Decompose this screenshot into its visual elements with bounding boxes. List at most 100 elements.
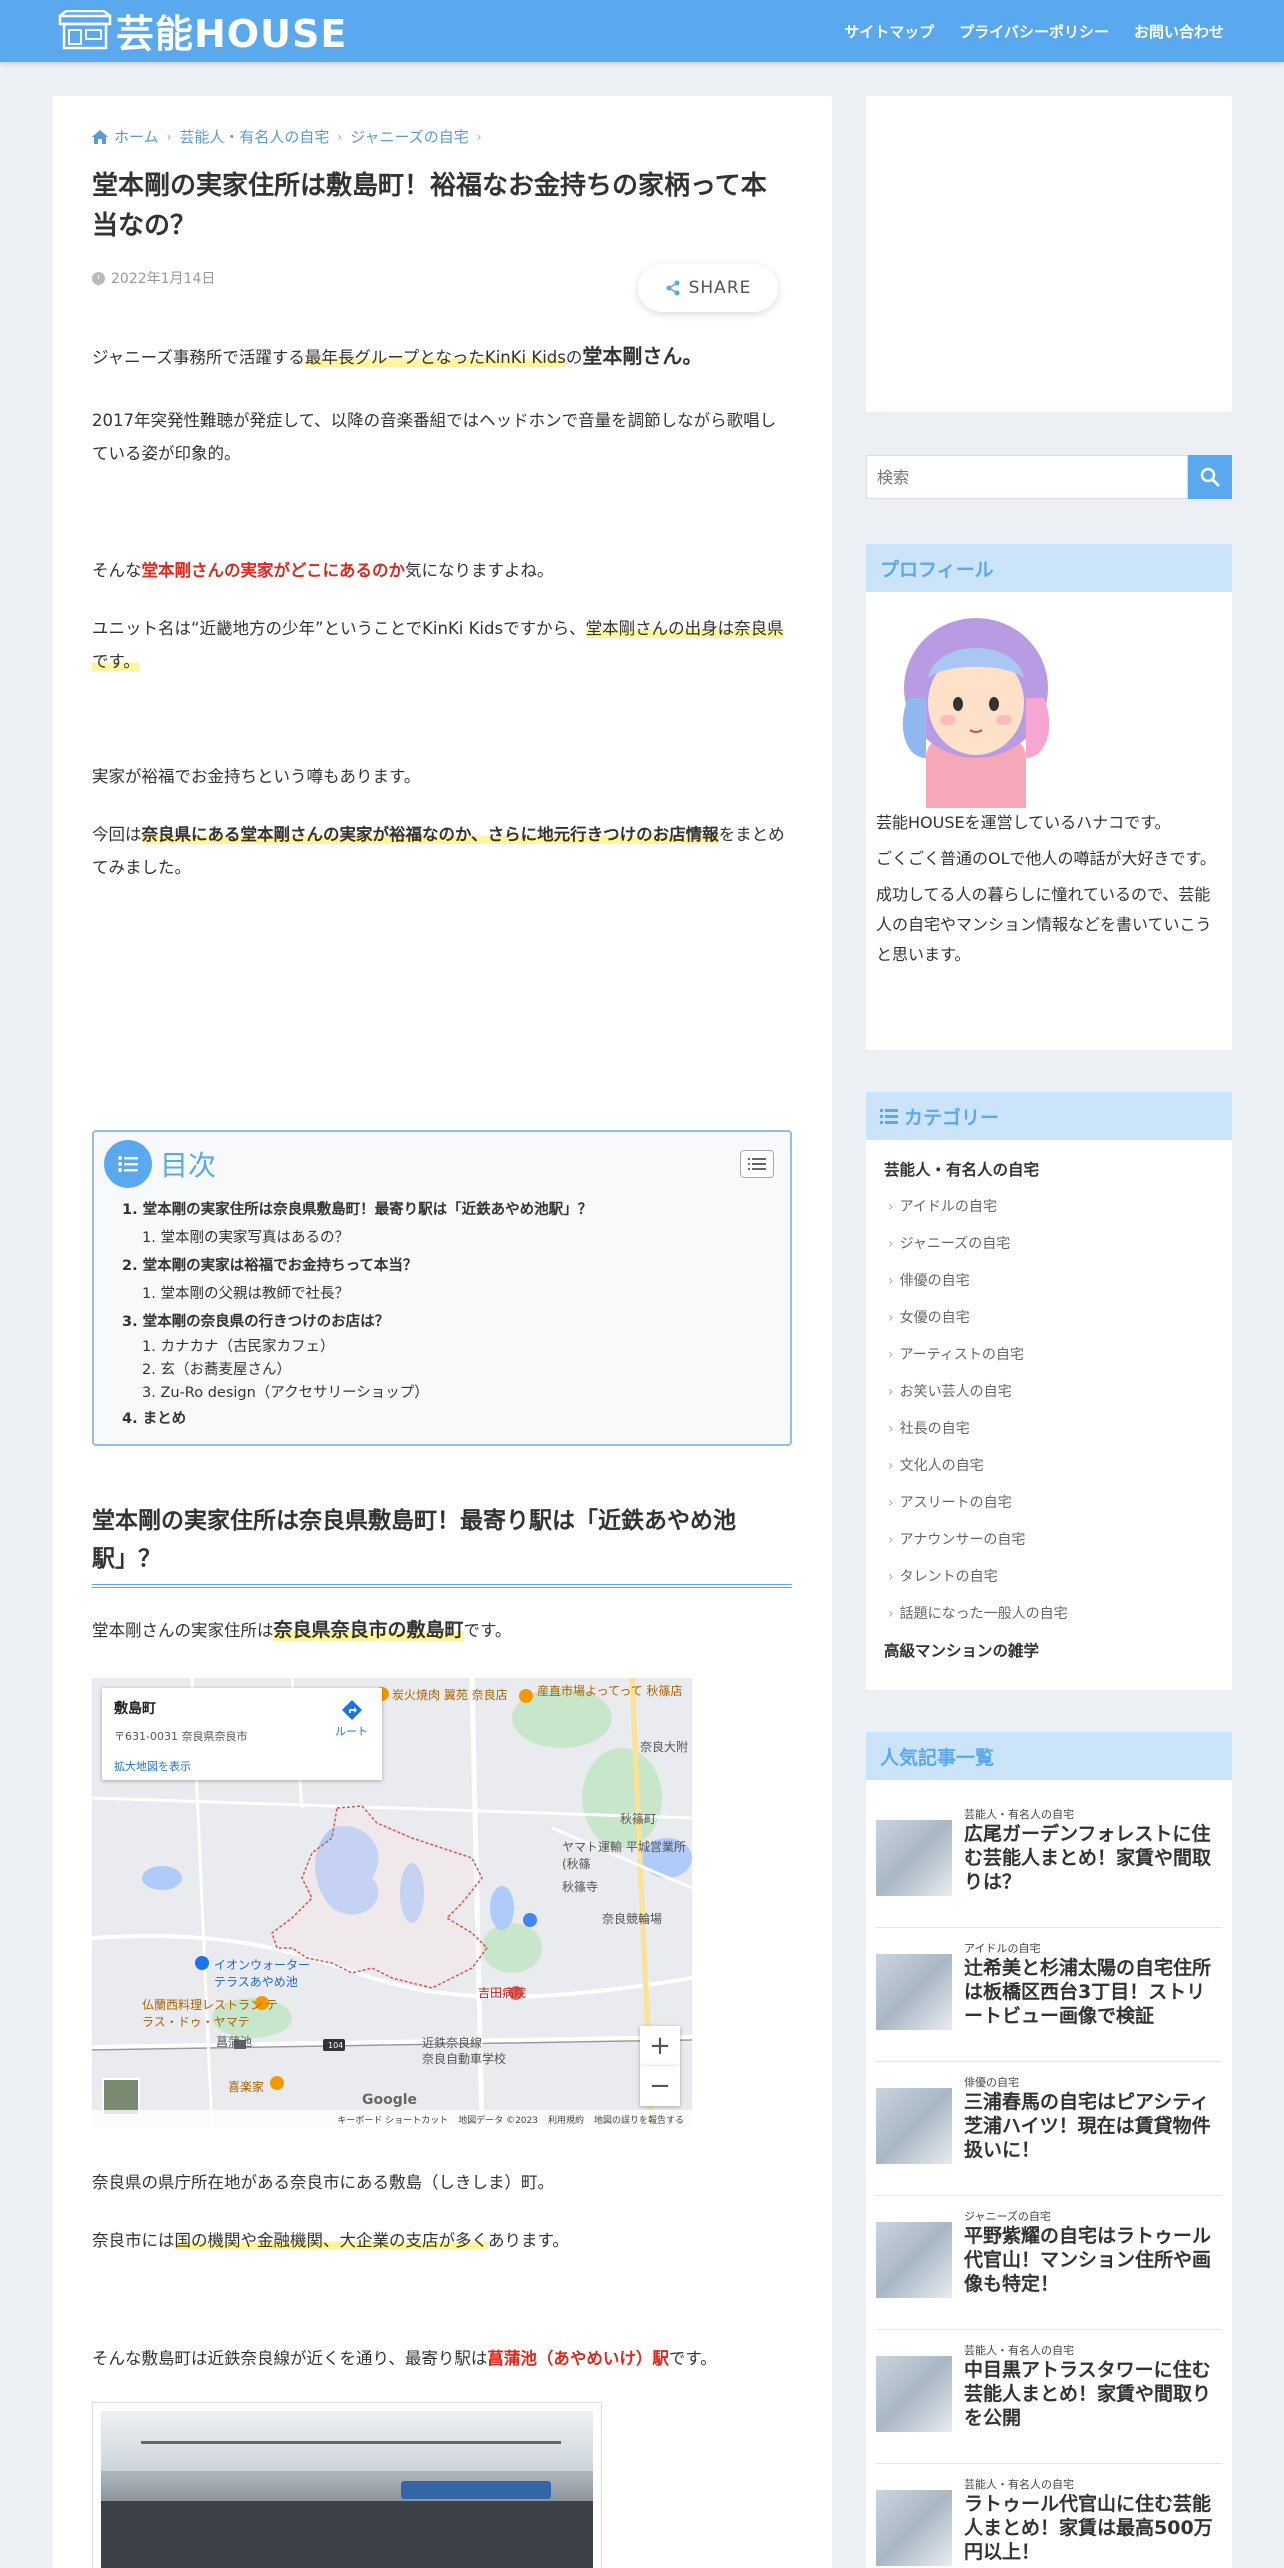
category-item[interactable]: ジャニーズの自宅 — [884, 1226, 1214, 1263]
toc-toggle-button[interactable] — [740, 1150, 774, 1178]
map-footer-link[interactable]: 利用規約 — [548, 2113, 584, 2126]
intro-paragraph: ジャニーズ事務所で活躍する最年長グループとなったKinKi Kidsの堂本剛さん… — [92, 340, 792, 374]
highlight-text: 奈良県奈良市の敷島町 — [273, 1619, 464, 1641]
toc-header: 目次 — [104, 1140, 216, 1188]
directions-button[interactable]: ルート — [335, 1700, 368, 1739]
category-item[interactable]: 女優の自宅 — [884, 1300, 1214, 1337]
toc-item[interactable]: 2. 堂本剛の実家は裕福でお金持ちって本当？ — [122, 1252, 592, 1280]
breadcrumb-separator: › — [476, 129, 482, 144]
category-item[interactable]: アナウンサーの自宅 — [884, 1522, 1214, 1559]
post-title[interactable]: ラトゥール代官山に住む芸能人まとめ！家賃は最高500万円以上！ — [964, 2492, 1222, 2564]
popular-post[interactable]: 芸能人・有名人の自宅 広尾ガーデンフォレストに住む芸能人まとめ！家賃や間取りは？ — [876, 1794, 1222, 1928]
breadcrumb-celebrity-homes[interactable]: 芸能人・有名人の自宅 — [179, 126, 329, 147]
embedded-map[interactable]: 104 産直市場よってって 秋篠店 炭火焼肉 翼苑 奈良店 奈良大附 秋篠町 ヤ… — [92, 1678, 692, 2128]
toc-item[interactable]: 3. 堂本剛の奈良県の行きつけのお店は？ — [122, 1308, 592, 1336]
site-header: 芸能HOUSE サイトマップ プライバシーポリシー お問い合わせ — [0, 0, 1284, 62]
bold-text: 堂本剛さん。 — [582, 344, 703, 368]
paragraph: 奈良県の県庁所在地がある奈良市にある敷島（しきしま）町。 — [92, 2173, 554, 2192]
category-item[interactable]: アスリートの自宅 — [884, 1485, 1214, 1522]
post-title[interactable]: 中目黒アトラスタワーに住む芸能人まとめ！家賃や間取りを公開 — [964, 2358, 1222, 2430]
menu-icon — [748, 1158, 766, 1170]
popular-post[interactable]: 芸能人・有名人の自宅 中目黒アトラスタワーに住む芸能人まとめ！家賃や間取りを公開 — [876, 2330, 1222, 2464]
nav-sitemap[interactable]: サイトマップ — [844, 21, 934, 42]
popular-post[interactable]: 芸能人・有名人の自宅 ラトゥール代官山に住む芸能人まとめ！家賃は最高500万円以… — [876, 2464, 1222, 2568]
post-category: 芸能人・有名人の自宅 — [964, 1808, 1074, 1821]
paragraph: ユニット名は“近畿地方の少年”ということでKinKi Kidsですから、堂本剛さ… — [92, 612, 792, 678]
text: の — [565, 348, 583, 367]
post-thumbnail[interactable] — [876, 2088, 952, 2164]
category-item[interactable]: 芸能人・有名人の自宅 — [884, 1152, 1214, 1189]
post-thumbnail[interactable] — [876, 2356, 952, 2432]
map-footer-link[interactable]: キーボード ショートカット — [337, 2113, 448, 2126]
text: 今回は — [92, 825, 142, 844]
logo-text: 芸能HOUSE — [116, 11, 348, 56]
category-item[interactable]: タレントの自宅 — [884, 1559, 1214, 1596]
map-label: 仏蘭西料理レストラン テラス・ドゥ・ヤマテ — [142, 1998, 278, 2029]
text: ジャニーズ事務所で活躍する — [92, 348, 305, 367]
map-label: 炭火焼肉 翼苑 奈良店 — [392, 1688, 508, 1702]
paragraph: 今回は奈良県にある堂本剛さんの実家が裕福なのか、さらに地元行きつけのお店情報をま… — [92, 818, 792, 884]
share-button[interactable]: SHARE — [638, 264, 778, 312]
breadcrumb-johnnys-homes[interactable]: ジャニーズの自宅 — [350, 126, 469, 147]
text: あります。 — [488, 2231, 569, 2250]
toc-item[interactable]: 2. 玄（お蕎麦屋さん） — [122, 1359, 592, 1382]
category-item[interactable]: 高級マンションの雑学 — [884, 1633, 1214, 1670]
map-label: 菖蒲池 — [216, 2035, 253, 2049]
popular-post[interactable]: アイドルの自宅 辻希美と杉浦太陽の自宅住所は板橋区西台3丁目！ストリートビュー画… — [876, 1928, 1222, 2062]
search-input[interactable] — [866, 455, 1188, 499]
post-title[interactable]: 三浦春馬の自宅はピアシティ芝浦ハイツ！現在は賃貸物件扱いに！ — [964, 2090, 1222, 2162]
paragraph: 実家が裕福でお金持ちという噂もあります。 — [92, 767, 421, 786]
text: 気になりますよね。 — [405, 561, 554, 580]
toc-item[interactable]: 1. 堂本剛の実家写真はあるの？ — [122, 1224, 592, 1252]
post-title[interactable]: 平野紫耀の自宅はラトゥール代官山！マンション住所や画像も特定！ — [964, 2224, 1222, 2296]
search-button[interactable] — [1188, 455, 1232, 499]
breadcrumb-separator: › — [166, 129, 172, 144]
profile-line: 芸能HOUSEを運営しているハナコです。 — [876, 813, 1171, 832]
post-date: 2022年1月14日 — [92, 268, 215, 288]
highlight-text: 国の機関や金融機関、大企業の支店が多く — [174, 2231, 488, 2250]
section-heading: 堂本剛の実家住所は奈良県敷島町！最寄り駅は「近鉄あやめ池駅」？ — [92, 1502, 792, 1588]
google-logo: Google — [362, 2092, 418, 2108]
site-logo[interactable]: 芸能HOUSE — [58, 8, 347, 56]
zoom-out-button[interactable]: − — [640, 2066, 680, 2106]
table-of-contents: 目次 1. 堂本剛の実家住所は奈良県敷島町！最寄り駅は「近鉄あやめ池駅」？ 1.… — [92, 1130, 792, 1446]
post-thumbnail[interactable] — [876, 2222, 952, 2298]
category-item[interactable]: お笑い芸人の自宅 — [884, 1374, 1214, 1411]
profile-text: 芸能HOUSEを運営しているハナコです。 ごくごく普通のOLで他人の噂話が大好き… — [866, 808, 1232, 970]
breadcrumb-home[interactable]: ホーム — [114, 126, 159, 147]
nav-contact[interactable]: お問い合わせ — [1134, 21, 1224, 42]
avatar — [902, 618, 1050, 808]
category-item[interactable]: 文化人の自宅 — [884, 1448, 1214, 1485]
category-item[interactable]: 社長の自宅 — [884, 1411, 1214, 1448]
list-icon — [880, 1109, 898, 1124]
toc-item[interactable]: 1. 堂本剛の実家住所は奈良県敷島町！最寄り駅は「近鉄あやめ池駅」？ — [122, 1196, 592, 1224]
post-category: ジャニーズの自宅 — [964, 2210, 1051, 2223]
category-item[interactable]: アーティストの自宅 — [884, 1337, 1214, 1374]
toc-item[interactable]: 4. まとめ — [122, 1405, 592, 1433]
text: ユニット名は“近畿地方の少年”ということでKinKi Kidsですから、 — [92, 619, 586, 638]
map-place-name: 敷島町 — [114, 1701, 156, 1717]
post-thumbnail[interactable] — [876, 2490, 952, 2566]
category-item[interactable]: 俳優の自宅 — [884, 1263, 1214, 1300]
popular-post[interactable]: ジャニーズの自宅 平野紫耀の自宅はラトゥール代官山！マンション住所や画像も特定！ — [876, 2196, 1222, 2330]
view-larger-map-link[interactable]: 拡大地図を表示 — [114, 1758, 370, 1774]
post-title[interactable]: 辻希美と杉浦太陽の自宅住所は板橋区西台3丁目！ストリートビュー画像で検証 — [964, 1956, 1222, 2028]
clock-icon — [92, 271, 105, 285]
map-footer-link[interactable]: 地図の誤りを報告する — [594, 2113, 684, 2126]
bold-highlight-text: 奈良県にある堂本剛さんの実家が裕福なのか、さらに地元行きつけのお店情報 — [141, 825, 719, 844]
text: です。 — [463, 1621, 512, 1640]
svg-text:104: 104 — [328, 2041, 343, 2050]
toc-item[interactable]: 1. カナカナ（古民家カフェ） — [122, 1336, 592, 1359]
zoom-in-button[interactable]: + — [640, 2026, 680, 2066]
post-title[interactable]: 広尾ガーデンフォレストに住む芸能人まとめ！家賃や間取りは？ — [964, 1822, 1222, 1894]
toc-item[interactable]: 1. 堂本剛の父親は教師で社長？ — [122, 1280, 592, 1308]
category-item[interactable]: アイドルの自宅 — [884, 1189, 1214, 1226]
popular-post[interactable]: 俳優の自宅 三浦春馬の自宅はピアシティ芝浦ハイツ！現在は賃貸物件扱いに！ — [876, 2062, 1222, 2196]
post-thumbnail[interactable] — [876, 1820, 952, 1896]
map-label: 産直市場よってって 秋篠店 — [537, 1684, 683, 1698]
post-thumbnail[interactable] — [876, 1954, 952, 2030]
nav-privacy-policy[interactable]: プライバシーポリシー — [959, 21, 1109, 42]
category-item[interactable]: 話題になった一般人の自宅 — [884, 1596, 1214, 1633]
toc-item[interactable]: 3. Zu-Ro design（アクセサリーショップ） — [122, 1382, 592, 1405]
station-photo-image — [101, 2411, 593, 2568]
